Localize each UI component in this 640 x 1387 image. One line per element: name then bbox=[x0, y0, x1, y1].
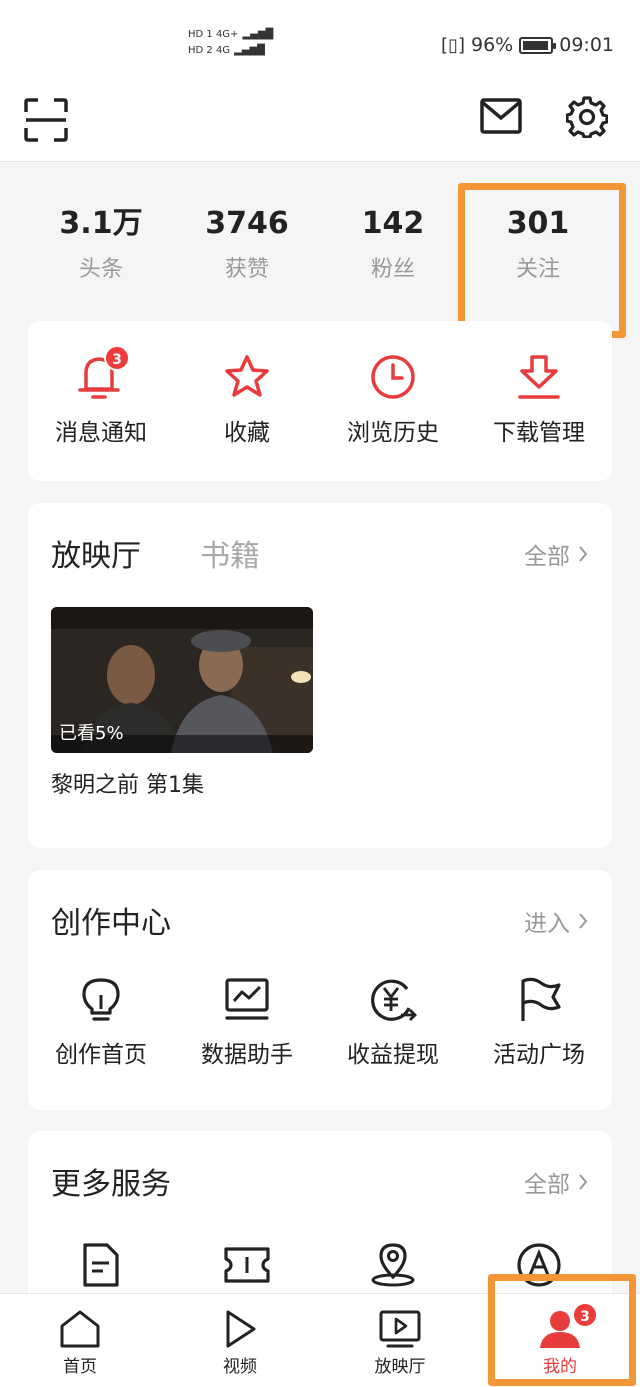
creation-center-enter[interactable]: 进入 bbox=[524, 904, 588, 938]
quick-action-label: 消息通知 bbox=[55, 420, 147, 446]
status-right: [▯] 96% 09:01 bbox=[441, 34, 614, 56]
quick-action-history[interactable]: 浏览历史 bbox=[320, 351, 466, 447]
theater-card: 放映厅 书籍 全部 已看5% 黎明之前 第1集 bbox=[28, 503, 612, 848]
signal-icon: ▂▄▆█ bbox=[234, 45, 265, 56]
sim2-label: HD 2 4G bbox=[188, 45, 231, 56]
creation-item-label: 数据助手 bbox=[201, 1042, 293, 1068]
flag-icon bbox=[521, 977, 561, 1021]
enter-label: 进入 bbox=[524, 911, 570, 937]
creation-center-title: 创作中心 bbox=[51, 906, 171, 941]
more-services-title: 更多服务 bbox=[51, 1167, 171, 1202]
stat-value: 142 bbox=[361, 206, 425, 241]
quick-action-notifications[interactable]: 3 消息通知 bbox=[28, 345, 174, 447]
nav-home[interactable]: 首页 bbox=[0, 1294, 160, 1387]
stat-label: 头条 bbox=[78, 257, 123, 282]
star-icon bbox=[225, 355, 269, 397]
stat-articles[interactable]: 3.1万 头条 bbox=[28, 205, 174, 283]
status-bar: HD 1 4G+ ▂▄▆█ HD 2 4G ▂▄▆█ [▯] 96% 09:01 bbox=[0, 0, 640, 86]
stat-fans[interactable]: 142 粉丝 bbox=[320, 205, 466, 283]
activity-plaza[interactable]: 活动广场 bbox=[466, 975, 612, 1069]
stat-value: 3746 bbox=[205, 206, 289, 241]
creation-item-label: 创作首页 bbox=[55, 1042, 147, 1068]
chevron-right-icon bbox=[579, 1174, 588, 1190]
service-document[interactable] bbox=[28, 1241, 174, 1287]
stat-label: 获赞 bbox=[224, 257, 269, 282]
creation-item-label: 活动广场 bbox=[493, 1042, 585, 1068]
clock-time: 09:01 bbox=[559, 34, 614, 56]
theater-see-all[interactable]: 全部 bbox=[524, 537, 588, 571]
creation-home[interactable]: 创作首页 bbox=[28, 975, 174, 1069]
creation-center-card: 创作中心 进入 创作首页 数据助手 收益提现 活动广场 bbox=[28, 870, 612, 1110]
lightbulb-icon bbox=[82, 978, 120, 1021]
watch-progress-label: 已看5% bbox=[59, 723, 124, 744]
nav-label: 首页 bbox=[63, 1357, 97, 1377]
home-icon bbox=[60, 1310, 100, 1348]
chevron-right-icon bbox=[579, 546, 588, 562]
quick-action-label: 下载管理 bbox=[493, 420, 585, 446]
more-services-see-all[interactable]: 全部 bbox=[524, 1165, 588, 1199]
play-icon bbox=[226, 1310, 256, 1348]
battery-icon bbox=[519, 36, 557, 54]
service-location[interactable] bbox=[320, 1241, 466, 1287]
location-icon bbox=[371, 1243, 415, 1287]
nav-label: 视频 bbox=[223, 1357, 257, 1377]
vibrate-icon: [▯] bbox=[441, 34, 465, 56]
quick-action-favorites[interactable]: 收藏 bbox=[174, 351, 320, 447]
ticket-icon bbox=[224, 1247, 270, 1283]
nav-label: 放映厅 bbox=[374, 1357, 426, 1377]
tab-theater[interactable]: 放映厅 bbox=[51, 531, 141, 575]
see-all-label: 全部 bbox=[524, 544, 570, 570]
quick-action-downloads[interactable]: 下载管理 bbox=[466, 351, 612, 447]
mail-icon[interactable] bbox=[480, 98, 522, 134]
video-thumbnail[interactable]: 已看5% bbox=[51, 607, 313, 753]
stat-label: 粉丝 bbox=[370, 257, 415, 282]
earnings-withdraw[interactable]: 收益提现 bbox=[320, 975, 466, 1069]
quick-action-label: 浏览历史 bbox=[347, 420, 439, 446]
highlight-box-me bbox=[488, 1274, 636, 1386]
video-title[interactable]: 黎明之前 第1集 bbox=[51, 767, 204, 799]
download-icon bbox=[518, 355, 560, 399]
creation-item-label: 收益提现 bbox=[347, 1042, 439, 1068]
data-assistant[interactable]: 数据助手 bbox=[174, 975, 320, 1069]
see-all-label: 全部 bbox=[524, 1172, 570, 1198]
yuan-withdraw-icon bbox=[371, 979, 417, 1021]
signal-icon: ▂▄▆█ bbox=[242, 29, 274, 40]
gear-icon[interactable] bbox=[566, 96, 608, 138]
stat-value: 3.1万 bbox=[59, 206, 143, 241]
clock-icon bbox=[371, 355, 415, 399]
highlight-box-following bbox=[458, 183, 626, 338]
scan-icon[interactable] bbox=[24, 98, 68, 142]
document-icon bbox=[83, 1243, 119, 1287]
chart-icon bbox=[225, 978, 269, 1020]
stat-likes[interactable]: 3746 获赞 bbox=[174, 205, 320, 283]
sim-indicators: HD 1 4G+ ▂▄▆█ HD 2 4G ▂▄▆█ bbox=[188, 30, 277, 56]
notification-badge: 3 bbox=[104, 345, 130, 371]
tv-play-icon bbox=[379, 1310, 421, 1348]
nav-theater[interactable]: 放映厅 bbox=[320, 1294, 480, 1387]
tab-books[interactable]: 书籍 bbox=[200, 531, 260, 575]
quick-actions-card: 3 消息通知 收藏 浏览历史 下载管理 bbox=[28, 321, 612, 481]
chevron-right-icon bbox=[579, 913, 588, 929]
service-ticket[interactable] bbox=[174, 1241, 320, 1287]
battery-percent: 96% bbox=[471, 34, 514, 56]
top-bar bbox=[0, 86, 640, 162]
quick-action-label: 收藏 bbox=[224, 420, 270, 446]
sim1-label: HD 1 4G+ bbox=[188, 29, 239, 40]
nav-video[interactable]: 视频 bbox=[160, 1294, 320, 1387]
